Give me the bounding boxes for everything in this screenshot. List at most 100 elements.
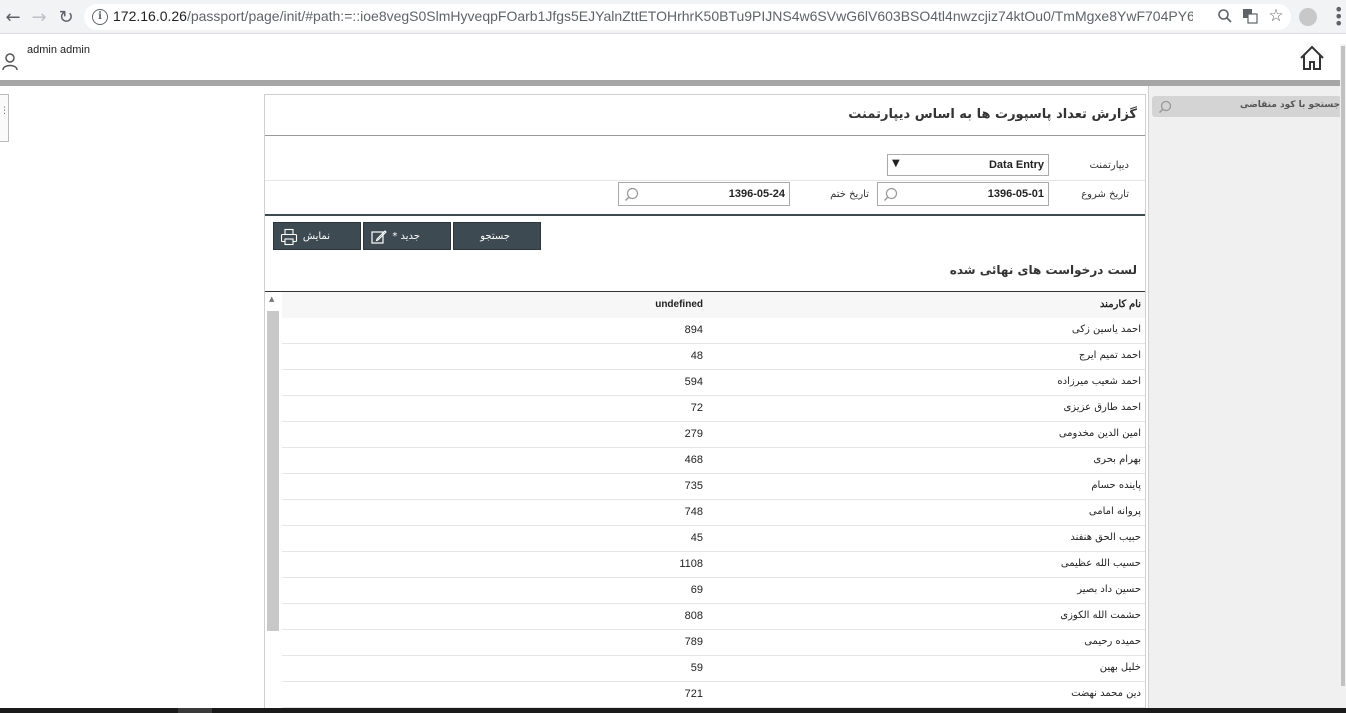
dropdown-arrow-icon: ▼ (892, 158, 900, 169)
value-cell: 279 (684, 428, 703, 440)
user-icon[interactable] (2, 53, 18, 71)
address-bar[interactable]: i 172.16.0.26/passport/page/init/#path:=… (84, 4, 1291, 30)
page-title: گزارش تعداد پاسپورت ها به اساس دیپارتمنت (848, 107, 1137, 122)
table-body: احمد یاسین زکی 894 احمد تمیم ایرج 48 احمد شع… (282, 318, 1145, 708)
table-row[interactable]: احمد تمیم ایرج 48 (282, 344, 1145, 370)
table-row[interactable]: احمد شعیب میرزاده 594 (282, 370, 1145, 396)
search-icon (624, 187, 639, 202)
reload-icon[interactable]: ↻ (53, 4, 79, 30)
applicant-code-search-label: جستجو با کود متقاضی (1239, 100, 1340, 110)
table-row[interactable]: پاینده حسام 735 (282, 474, 1145, 500)
table-row[interactable]: خلیل بهین 59 (282, 656, 1145, 682)
employee-name-cell: حمیده رحیمی (1084, 636, 1141, 647)
taskbar-item[interactable] (178, 708, 212, 713)
app-header (0, 34, 1346, 80)
employee-name-cell: حشمت الله الکوزی (1060, 610, 1141, 621)
url-path: /passport/page/init/#path:=::ioe8vegS0Sl… (186, 8, 1193, 24)
printer-icon (280, 228, 298, 246)
employee-name-cell: احمد یاسین زکی (1071, 324, 1141, 335)
url-host: 172.16.0.26 (113, 8, 187, 24)
value-cell: 468 (684, 454, 703, 466)
title-divider (265, 135, 1145, 136)
table-row[interactable]: حسیب الله عظیمی 1108 (282, 552, 1145, 578)
employee-name-cell: پاینده حسام (1091, 480, 1141, 491)
department-select[interactable]: ▼ Data Entry (887, 154, 1049, 176)
grip-icon: ⋮ (0, 106, 9, 116)
profile-icon[interactable] (1299, 8, 1317, 26)
end-date-field[interactable]: 1396-05-24 (618, 182, 790, 206)
table-row[interactable]: حسین داد بصیر 69 (282, 578, 1145, 604)
search-icon (883, 187, 898, 202)
employee-name-cell: احمد طارق عزیزی (1063, 402, 1141, 413)
value-cell: 72 (690, 402, 703, 414)
table-header: نام کارمند undefined (282, 292, 1145, 318)
list-title: لست درخواست های نهائی شده (949, 263, 1137, 277)
start-date-value: 1396-05-01 (987, 188, 1044, 200)
employee-name-cell: حسین داد بصیر (1077, 584, 1141, 595)
start-date-label: تاریخ شروع (1081, 189, 1129, 200)
table-row[interactable]: احمد یاسین زکی 894 (282, 318, 1145, 344)
value-cell: 59 (690, 662, 703, 674)
value-cell: 69 (690, 584, 703, 596)
side-panel (1148, 86, 1340, 713)
employee-name-cell: احمد تمیم ایرج (1078, 350, 1141, 361)
employee-name-cell: خلیل بهین (1099, 662, 1141, 673)
header-divider (0, 80, 1340, 86)
department-value: Data Entry (988, 159, 1044, 171)
form-row-divider (265, 180, 1145, 181)
search-button[interactable]: جستجو (453, 222, 541, 250)
search-icon (1158, 99, 1172, 114)
department-label: دیپارتمنت (1089, 160, 1129, 171)
bookmark-star-icon[interactable]: ☆ (1267, 6, 1285, 26)
show-button[interactable]: نمایش (273, 222, 361, 250)
form-divider (265, 214, 1145, 216)
value-cell: 594 (684, 376, 703, 388)
table-row[interactable]: حشمت الله الکوزی 808 (282, 604, 1145, 630)
employee-name-cell: پروانه امامی (1088, 506, 1141, 517)
page-scrollbar-thumb[interactable] (1341, 46, 1345, 686)
value-cell: 48 (690, 350, 703, 362)
edit-icon (370, 228, 388, 246)
report-card: گزارش تعداد پاسپورت ها به اساس دیپارتمنت… (264, 94, 1146, 713)
scroll-up-icon[interactable]: ▲ (269, 295, 274, 303)
browser-toolbar: ← → ↻ i 172.16.0.26/passport/page/init/#… (0, 0, 1346, 34)
applicant-code-search[interactable]: جستجو با کود متقاضی (1152, 96, 1342, 117)
table-row[interactable]: بهرام بحری 468 (282, 448, 1145, 474)
browser-menu-icon[interactable]: • • • (1334, 2, 1343, 32)
value-cell: 789 (684, 636, 703, 648)
table-row[interactable]: حمیده رحیمی 789 (282, 630, 1145, 656)
employee-name-cell: امین الدین مخدومی (1058, 428, 1141, 439)
column-header-employee-name[interactable]: نام کارمند (1100, 299, 1141, 310)
value-cell: 735 (684, 480, 703, 492)
new-button-label: جدید * (392, 231, 420, 242)
zoom-icon[interactable] (1216, 8, 1234, 26)
employee-name-cell: حبیب الحق هنفند (1070, 532, 1141, 543)
table-row[interactable]: امین الدین مخدومی 279 (282, 422, 1145, 448)
address-url[interactable]: 172.16.0.26/passport/page/init/#path:=::… (113, 8, 1193, 24)
new-button[interactable]: جدید * (363, 222, 451, 250)
start-date-field[interactable]: 1396-05-01 (877, 182, 1049, 206)
column-header-value[interactable]: undefined (655, 299, 703, 310)
value-cell: 1108 (679, 558, 703, 570)
employee-name-cell: احمد شعیب میرزاده (1057, 376, 1141, 387)
value-cell: 748 (684, 506, 703, 518)
back-icon[interactable]: ← (0, 4, 26, 30)
value-cell: 808 (684, 610, 703, 622)
table-row[interactable]: حبیب الحق هنفند 45 (282, 526, 1145, 552)
table-row[interactable]: احمد طارق عزیزی 72 (282, 396, 1145, 422)
table-row[interactable]: پروانه امامی 748 (282, 500, 1145, 526)
employee-name-cell: دین محمد نهضت (1071, 688, 1141, 699)
collapsed-sidebar-tab[interactable]: ⋮ (0, 94, 9, 142)
value-cell: 721 (684, 688, 703, 700)
home-icon[interactable] (1298, 44, 1326, 72)
end-date-label: تاریخ ختم (830, 189, 869, 200)
table-row[interactable]: دین محمد نهضت 721 (282, 682, 1145, 708)
show-button-label: نمایش (302, 231, 330, 242)
forward-icon[interactable]: → (26, 4, 52, 30)
site-info-icon[interactable]: i (92, 9, 108, 25)
table-scrollbar-thumb[interactable] (267, 311, 279, 631)
value-cell: 45 (690, 532, 703, 544)
translate-icon[interactable] (1241, 8, 1259, 26)
user-name[interactable]: admin admin (27, 44, 90, 56)
value-cell: 894 (684, 324, 703, 336)
